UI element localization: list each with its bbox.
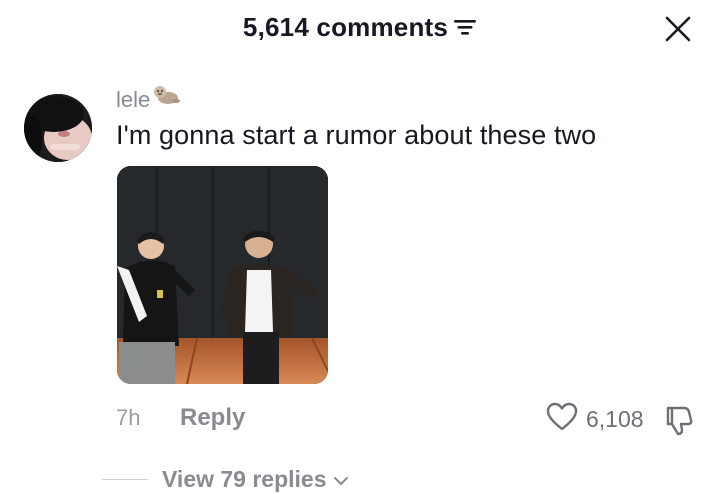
otter-emoji-icon <box>152 84 181 112</box>
like-button[interactable]: 6,108 <box>546 402 644 437</box>
replies-divider <box>102 479 148 480</box>
comment-username[interactable]: lele <box>116 84 181 113</box>
view-replies-label: View 79 replies <box>162 466 327 492</box>
comment-timestamp: 7h <box>116 405 141 430</box>
avatar[interactable] <box>24 94 92 162</box>
comment-count: 5,614 comments <box>242 12 449 42</box>
comment-text: I'm gonna start a rumor about these two <box>116 120 597 150</box>
chevron-down-icon <box>333 466 349 493</box>
filter-icon[interactable] <box>454 12 477 43</box>
like-count: 6,108 <box>586 405 644 432</box>
heart-icon <box>546 402 578 437</box>
comments-header: 5,614 comments <box>0 0 719 58</box>
reply-button[interactable]: Reply <box>180 404 245 432</box>
comment-attached-image[interactable] <box>117 166 328 384</box>
comments-title: 5,614 comments <box>0 12 719 43</box>
dislike-icon[interactable] <box>662 404 694 436</box>
username-text: lele <box>116 87 151 112</box>
close-icon[interactable] <box>663 14 693 44</box>
view-replies-button[interactable]: View 79 replies <box>162 466 349 493</box>
